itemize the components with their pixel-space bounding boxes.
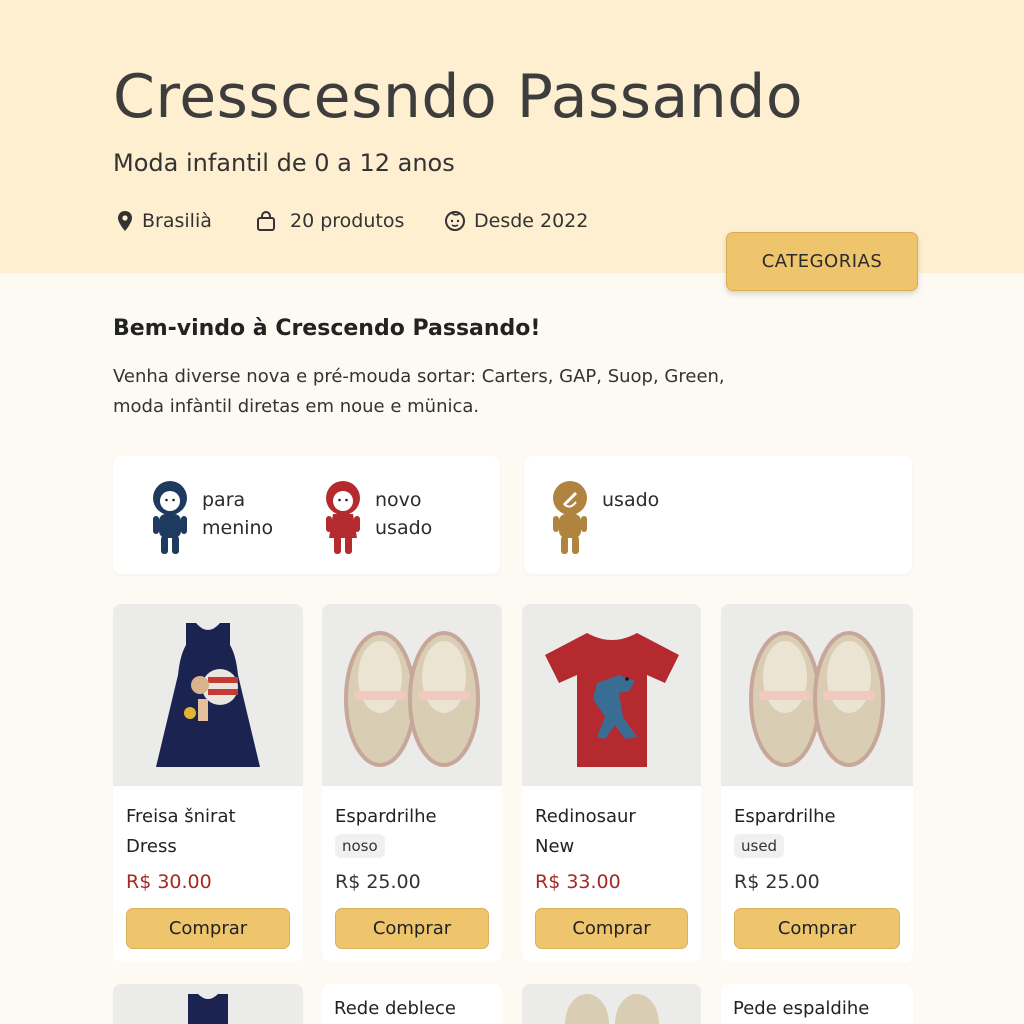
product-count-text: 20 produtos xyxy=(290,210,405,232)
welcome-line-1: Venha diverse nova e pré-mouda sortar: C… xyxy=(113,366,725,387)
filter-new-used-label-line1: novo xyxy=(375,489,422,511)
product-info: Espardrilhe noso R$ 25.00 Comprar xyxy=(322,786,502,962)
product-card[interactable]: Pede espaldihe xyxy=(721,984,913,1024)
product-price: R$ 25.00 xyxy=(734,871,820,893)
product-price: R$ 25.00 xyxy=(335,871,421,893)
buy-button[interactable]: Comprar xyxy=(335,908,489,949)
location-pin-icon xyxy=(116,210,134,232)
product-card[interactable]: Espardrilhe noso R$ 25.00 Comprar xyxy=(322,604,502,962)
product-card[interactable] xyxy=(113,984,303,1024)
product-card[interactable]: Rede deblece xyxy=(322,984,502,1024)
product-image-navy-dress xyxy=(113,604,303,786)
filter-boy-label-line1: para xyxy=(202,489,246,511)
used-figure-icon xyxy=(550,478,590,562)
condition-badge: used xyxy=(734,834,785,858)
product-card[interactable]: Freisa šnirat Dress R$ 30.00 Comprar xyxy=(113,604,303,962)
store-location: Brasilià xyxy=(116,210,212,232)
welcome-line-2: moda infàntil diretas em noue e münica. xyxy=(113,396,480,417)
product-name: Espardrilhe xyxy=(734,806,836,827)
store-title: Cresscesndo Passando xyxy=(113,62,804,132)
product-image-espadrille-shoes xyxy=(721,604,913,786)
product-name: Pede espaldihe xyxy=(733,998,870,1019)
filter-boy-label: para menino xyxy=(202,486,273,542)
girl-figure-icon xyxy=(323,478,363,562)
boy-figure-icon xyxy=(150,478,190,562)
shopping-bag-icon xyxy=(256,210,276,232)
store-product-count: 20 produtos xyxy=(256,210,404,232)
product-name: Rede deblece xyxy=(334,998,456,1019)
categories-button[interactable]: CATEGORIAS xyxy=(726,232,918,291)
product-image-red-dinosaur-tshirt xyxy=(522,604,701,786)
product-info: Freisa šnirat Dress R$ 30.00 Comprar xyxy=(113,786,303,962)
store-since: Desde 2022 xyxy=(444,210,588,232)
product-card[interactable] xyxy=(522,984,701,1024)
buy-button[interactable]: Comprar xyxy=(734,908,900,949)
baby-face-icon xyxy=(444,210,466,232)
filter-used-label: usado xyxy=(602,486,659,514)
product-price: R$ 30.00 xyxy=(126,871,212,893)
filter-boy-label-line2: menino xyxy=(202,517,274,539)
welcome-description: Venha diverse nova e pré-mouda sortar: C… xyxy=(113,362,753,422)
product-name: Espardrilhe xyxy=(335,806,437,827)
buy-button[interactable]: Comprar xyxy=(535,908,688,949)
since-text: Desde 2022 xyxy=(474,210,589,232)
product-info: Redinosaur New R$ 33.00 Comprar xyxy=(522,786,701,962)
location-text: Brasilià xyxy=(142,210,212,232)
product-note: Dress xyxy=(126,836,177,857)
product-card[interactable]: Espardrilhe used R$ 25.00 Comprar xyxy=(721,604,913,962)
filter-new-used-label-line2: usado xyxy=(375,517,433,539)
filter-new-used-label: novo usado xyxy=(375,486,432,542)
product-info: Espardrilhe used R$ 25.00 Comprar xyxy=(721,786,913,962)
product-card[interactable]: Redinosaur New R$ 33.00 Comprar xyxy=(522,604,701,962)
product-name: Freisa šnirat xyxy=(126,806,236,827)
welcome-heading: Bem-vindo à Crescendo Passando! xyxy=(113,316,541,341)
filter-used-label-line1: usado xyxy=(602,489,660,511)
product-note: New xyxy=(535,836,575,857)
product-price: R$ 33.00 xyxy=(535,871,621,893)
product-image-navy-dress xyxy=(113,984,303,1024)
condition-badge: noso xyxy=(335,834,385,858)
store-subtitle: Moda infantil de 0 a 12 anos xyxy=(113,149,455,177)
product-name: Redinosaur xyxy=(535,806,636,827)
buy-button[interactable]: Comprar xyxy=(126,908,290,949)
product-image-espadrille-shoes xyxy=(522,984,701,1024)
filter-new-used[interactable]: novo usado xyxy=(323,478,432,562)
filter-used[interactable]: usado xyxy=(550,478,659,562)
filter-boy[interactable]: para menino xyxy=(150,478,273,562)
product-image-espadrille-shoes xyxy=(322,604,502,786)
